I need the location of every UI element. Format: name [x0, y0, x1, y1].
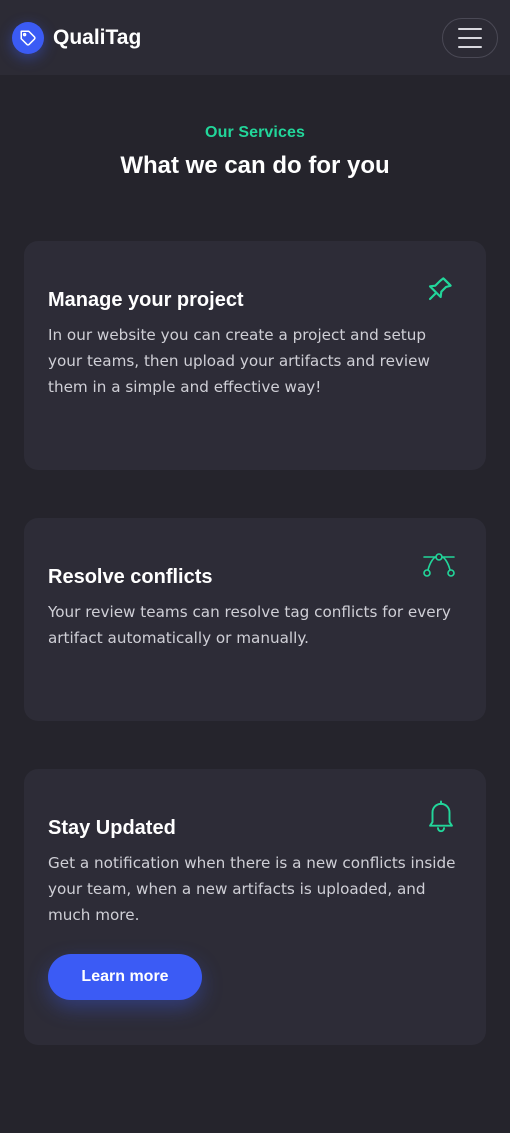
- section-eyebrow: Our Services: [205, 124, 305, 141]
- brand-link[interactable]: QualiTag: [12, 21, 142, 54]
- pin-icon: [424, 273, 456, 305]
- card-text: Get a notification when there is a new c…: [48, 854, 456, 924]
- menu-toggle-button[interactable]: [442, 17, 498, 58]
- service-card-manage-project: Manage your project In our website you c…: [24, 241, 486, 470]
- service-card-resolve-conflicts: Resolve conflicts Your review teams can …: [24, 518, 486, 721]
- card-text: In our website you can create a project …: [48, 326, 430, 396]
- learn-more-button[interactable]: Learn more: [48, 954, 202, 1000]
- hamburger-bar: [458, 45, 482, 48]
- section-header: Our Services What we can do for you: [0, 124, 510, 180]
- bell-icon: [426, 799, 456, 833]
- tag-icon: [12, 21, 44, 54]
- section-title: What we can do for you: [120, 152, 390, 179]
- navbar: QualiTag: [0, 0, 510, 75]
- hamburger-menu-icon: [458, 27, 482, 30]
- card-title: Manage your project: [48, 289, 244, 311]
- hamburger-bar: [458, 36, 482, 39]
- bezier-curve-icon: [422, 551, 456, 579]
- brand-name: QualiTag: [53, 25, 142, 49]
- card-title: Resolve conflicts: [48, 566, 213, 588]
- card-title: Stay Updated: [48, 817, 176, 839]
- service-card-stay-updated: Stay Updated Get a notification when the…: [24, 769, 486, 1045]
- card-text: Your review teams can resolve tag confli…: [48, 603, 451, 647]
